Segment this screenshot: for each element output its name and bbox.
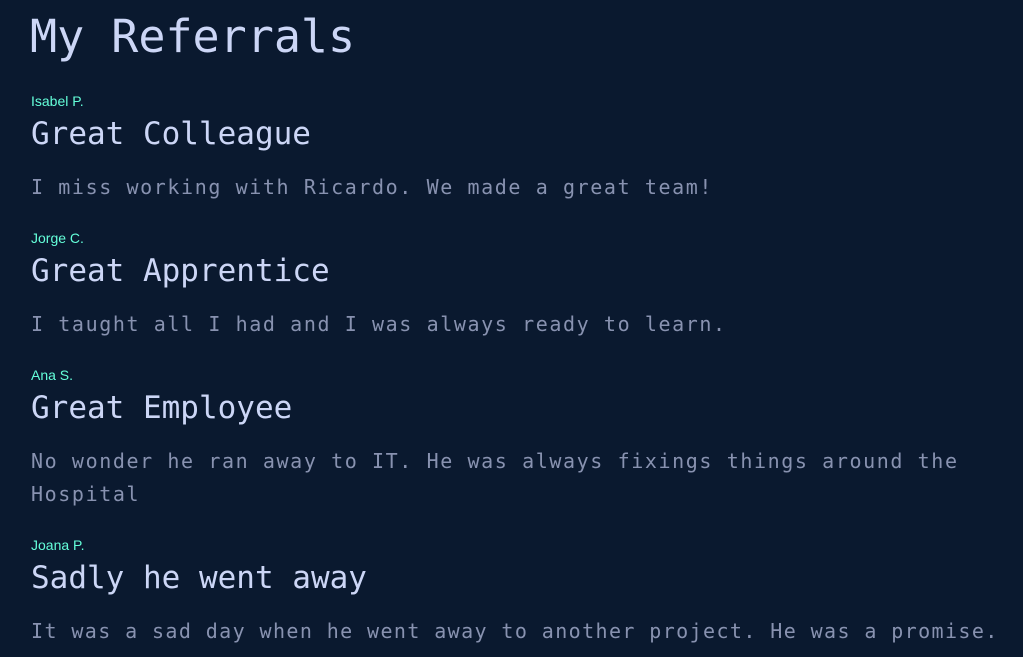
referral-author: Ana S. [31,367,74,383]
referral-body: I miss working with Ricardo. We made a g… [31,175,714,199]
referral-title: Great Colleague [31,116,311,152]
referral-author: Joana P. [31,537,85,553]
referral-author: Jorge C. [31,230,84,246]
referral-title: Great Apprentice [31,253,330,289]
page-title: My Referrals [30,10,356,63]
referral-body: It was a sad day when he went away to an… [31,619,999,643]
referral-author: Isabel P. [31,93,84,109]
referral-body: No wonder he ran away to IT. He was alwa… [31,449,959,506]
referral-body: I taught all I had and I was always read… [31,312,727,336]
referral-title: Sadly he went away [31,560,367,596]
referral-title: Great Employee [31,390,293,426]
